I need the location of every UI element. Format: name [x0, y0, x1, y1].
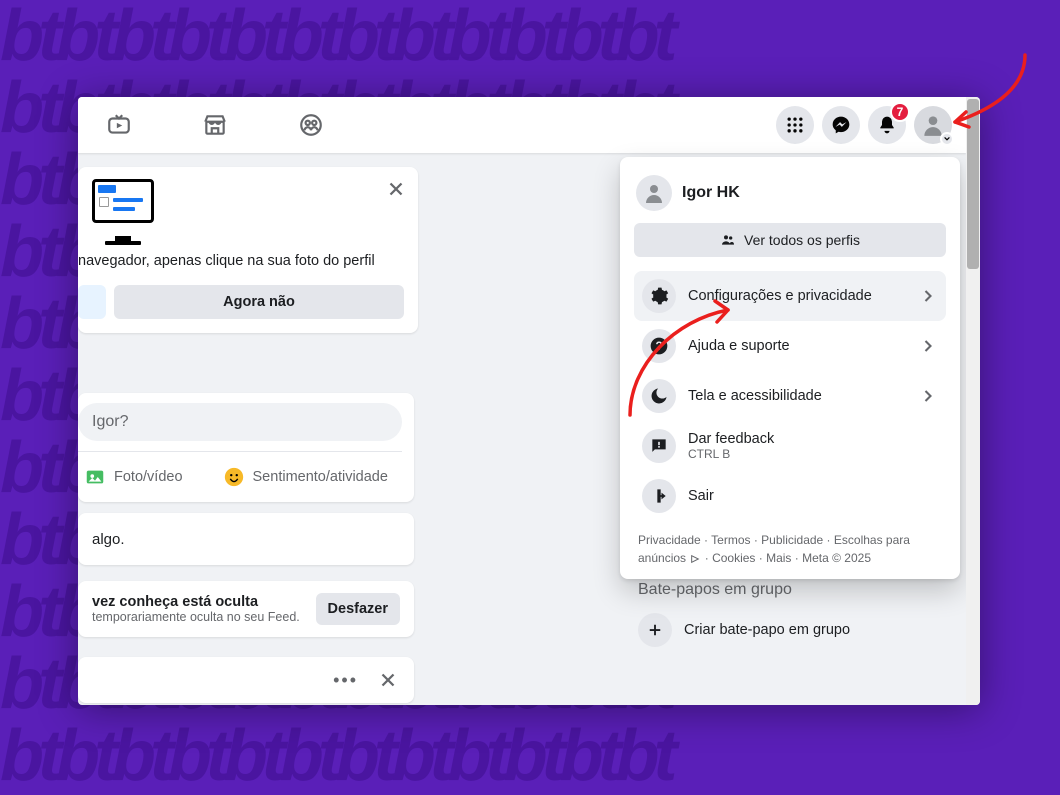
- monitor-illustration: facebook: [92, 179, 154, 233]
- nav-tabs: [78, 112, 324, 138]
- scrollbar[interactable]: [966, 97, 980, 705]
- footer-privacy[interactable]: Privacidade: [638, 533, 701, 547]
- popup-footer: Privacidade Termos Publicidade Escolhas …: [634, 521, 946, 569]
- card-algo-text: algo.: [92, 531, 125, 548]
- watch-tab[interactable]: [106, 112, 132, 138]
- help-icon: ?: [642, 329, 676, 363]
- profile-name: Igor HK: [682, 184, 740, 202]
- menu-display-label: Tela e acessibilidade: [688, 388, 906, 404]
- menu-feedback-label: Dar feedback: [688, 431, 938, 447]
- adchoices-icon: [689, 554, 701, 564]
- groups-tab[interactable]: [298, 112, 324, 138]
- footer-more[interactable]: Mais: [766, 551, 791, 565]
- close-icon[interactable]: [384, 177, 408, 201]
- create-group-chat[interactable]: Criar bate-papo em grupo: [638, 613, 850, 647]
- primary-button-stub[interactable]: [78, 285, 106, 319]
- close-icon[interactable]: [376, 668, 400, 692]
- composer-input[interactable]: Igor?: [78, 403, 402, 441]
- menu-settings-label: Configurações e privacidade: [688, 288, 906, 304]
- menu-settings-privacy[interactable]: Configurações e privacidade: [634, 271, 946, 321]
- notifications-button[interactable]: 7: [868, 106, 906, 144]
- chevron-down-icon: [940, 132, 954, 146]
- menu-display-accessibility[interactable]: Tela e acessibilidade: [634, 371, 946, 421]
- composer-photo-action[interactable]: Foto/vídeo: [84, 466, 183, 488]
- chevron-right-icon: [918, 386, 938, 406]
- menu-logout-label: Sair: [688, 488, 938, 504]
- composer-photo-label: Foto/vídeo: [114, 469, 183, 485]
- messenger-button[interactable]: [822, 106, 860, 144]
- menu-help-support[interactable]: ? Ajuda e suporte: [634, 321, 946, 371]
- profile-link[interactable]: Igor HK: [634, 171, 946, 223]
- smile-icon: [223, 466, 245, 488]
- footer-cookies[interactable]: Cookies: [712, 551, 755, 565]
- svg-text:?: ?: [655, 340, 662, 353]
- composer-feeling-label: Sentimento/atividade: [253, 469, 388, 485]
- people-icon: [720, 232, 736, 248]
- composer-card: Igor? Foto/vídeo Sentimento/atividade: [78, 393, 414, 502]
- logout-icon: [642, 479, 676, 513]
- create-group-chat-label: Criar bate-papo em grupo: [684, 622, 850, 638]
- footer-terms[interactable]: Termos: [711, 533, 750, 547]
- topbar: 7: [78, 97, 966, 153]
- not-now-button[interactable]: Agora não: [114, 285, 404, 319]
- photo-icon: [84, 466, 106, 488]
- footer-ads[interactable]: Publicidade: [761, 533, 823, 547]
- marketplace-tab[interactable]: [202, 112, 228, 138]
- hidden-post-card: vez conheça está oculta temporariamente …: [78, 581, 414, 637]
- account-button[interactable]: [914, 106, 952, 144]
- account-menu-popup: Igor HK Ver todos os perfis Configuraçõe…: [620, 157, 960, 579]
- gear-icon: [642, 279, 676, 313]
- nav-right: 7: [776, 106, 952, 144]
- app-window: 7 facebook navegador, apenas cli: [78, 97, 980, 705]
- card-algo: algo.: [78, 513, 414, 565]
- undo-button[interactable]: Desfazer: [316, 593, 400, 625]
- login-reminder-text: navegador, apenas clique na sua foto do …: [78, 253, 404, 269]
- moon-icon: [642, 379, 676, 413]
- footer-meta: Meta © 2025: [802, 551, 871, 565]
- feedback-icon: [642, 429, 676, 463]
- avatar-icon: [636, 175, 672, 211]
- more-icon[interactable]: •••: [333, 670, 358, 691]
- scrollbar-thumb[interactable]: [967, 99, 979, 269]
- chevron-right-icon: [918, 286, 938, 306]
- composer-feeling-action[interactable]: Sentimento/atividade: [223, 466, 388, 488]
- menu-feedback-shortcut: CTRL B: [688, 447, 938, 461]
- menu-feedback[interactable]: Dar feedback CTRL B: [634, 421, 946, 471]
- card-actions: •••: [78, 657, 414, 703]
- hidden-subtitle: temporariamente oculta no seu Feed.: [92, 610, 316, 624]
- login-reminder-card: facebook navegador, apenas clique na sua…: [78, 167, 418, 333]
- see-all-label: Ver todos os perfis: [744, 232, 860, 248]
- menu-grid-button[interactable]: [776, 106, 814, 144]
- see-all-profiles-button[interactable]: Ver todos os perfis: [634, 223, 946, 257]
- menu-help-label: Ajuda e suporte: [688, 338, 906, 354]
- group-chats-heading: Bate-papos em grupo: [638, 581, 850, 599]
- menu-logout[interactable]: Sair: [634, 471, 946, 521]
- notification-badge: 7: [890, 102, 910, 122]
- hidden-title: vez conheça está oculta: [92, 594, 316, 610]
- group-chats-section: Bate-papos em grupo Criar bate-papo em g…: [638, 581, 850, 647]
- plus-icon: [638, 613, 672, 647]
- chevron-right-icon: [918, 336, 938, 356]
